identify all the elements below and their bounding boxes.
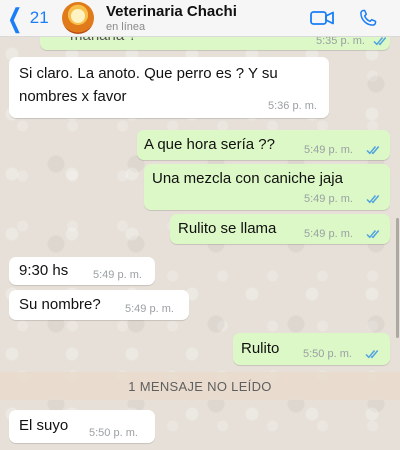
double-check-icon xyxy=(365,350,379,359)
message-text-line-1: Si claro. La anoto. Que perro es ? Y su xyxy=(19,65,278,82)
message-time: 5:36 p. m. xyxy=(268,100,317,112)
double-check-icon xyxy=(366,230,380,239)
unread-messages-banner: 1 MENSAJE NO LEÍDO xyxy=(0,372,400,400)
message-time: 5:49 p. m. xyxy=(304,228,353,240)
message-bubble-outgoing[interactable]: A que hora sería ?? 5:49 p. m. xyxy=(137,130,390,160)
message-text: El suyo xyxy=(19,417,69,434)
message-text: Una mezcla con caniche jaja xyxy=(152,170,343,187)
message-time: 5:49 p. m. xyxy=(125,303,174,315)
message-time: 5:50 p. m. xyxy=(303,348,352,360)
chat-header: ❮ 21 Veterinaria Chachi en línea xyxy=(0,0,400,37)
contact-status: en línea xyxy=(106,21,146,33)
message-bubble-incoming[interactable]: 9:30 hs 5:49 p. m. xyxy=(9,257,155,285)
phone-icon[interactable] xyxy=(358,8,378,28)
message-bubble-incoming[interactable]: El suyo 5:50 p. m. xyxy=(9,410,155,443)
double-check-icon xyxy=(373,37,387,46)
message-time: 5:50 p. m. xyxy=(89,427,138,439)
message-text: Su nombre? xyxy=(19,296,101,313)
message-bubble-outgoing[interactable]: Una mezcla con caniche jaja 5:49 p. m. xyxy=(144,164,390,210)
chevron-left-icon: ❮ xyxy=(7,3,23,33)
avatar-logo xyxy=(71,9,85,23)
message-time: 5:49 p. m. xyxy=(93,269,142,281)
message-text: 9:30 hs xyxy=(19,262,69,279)
message-bubble-outgoing[interactable]: Rulito 5:50 p. m. xyxy=(233,333,390,365)
contact-name[interactable]: Veterinaria Chachi xyxy=(106,3,237,20)
double-check-icon xyxy=(366,195,380,204)
double-check-icon xyxy=(366,146,380,155)
message-bubble-incoming[interactable]: Su nombre? 5:49 p. m. xyxy=(9,290,189,320)
message-bubble-outgoing[interactable]: Rulito se llama 5:49 p. m. xyxy=(170,214,390,244)
contact-avatar[interactable] xyxy=(62,2,94,34)
back-button[interactable]: ❮ 21 xyxy=(4,3,49,33)
message-time: 5:49 p. m. xyxy=(304,144,353,156)
message-bubble-incoming[interactable]: Si claro. La anoto. Que perro es ? Y su … xyxy=(9,57,329,118)
unread-chats-count: 21 xyxy=(29,8,49,27)
message-text: Rulito se llama xyxy=(178,220,277,237)
video-call-icon[interactable] xyxy=(310,10,334,26)
message-text: Rulito xyxy=(241,340,280,357)
message-time: 5:49 p. m. xyxy=(304,193,353,205)
chat-scrollbar[interactable] xyxy=(396,218,399,338)
message-text-line-2: nombres x favor xyxy=(19,88,127,105)
message-text: A que hora sería ?? xyxy=(144,136,275,153)
